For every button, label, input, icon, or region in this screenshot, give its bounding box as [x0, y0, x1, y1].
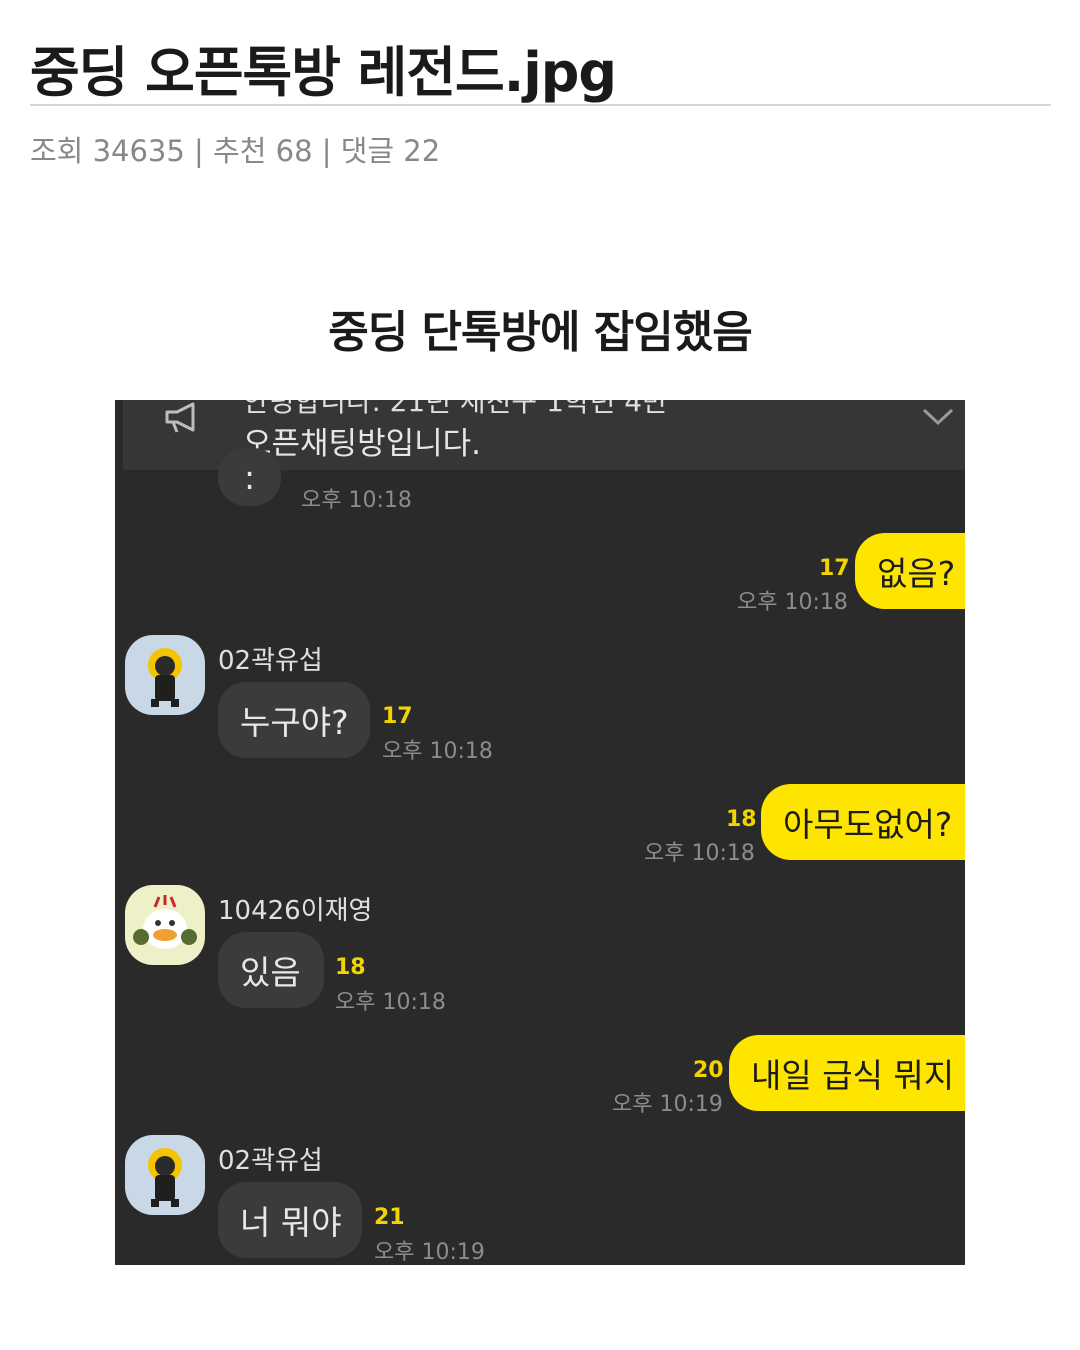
message-time: 오후 10:18 — [644, 841, 755, 866]
unread-count: 21 — [374, 1205, 405, 1230]
message-time: 오후 10:19 — [612, 1092, 723, 1117]
unread-count: 18 — [726, 807, 757, 832]
message-time: 오후 10:18 — [301, 488, 412, 513]
sender-name: 02곽유섭 — [218, 646, 323, 676]
avatar[interactable] — [125, 1135, 205, 1215]
avatar[interactable] — [125, 635, 205, 715]
message-time: 오후 10:18 — [335, 990, 446, 1015]
message-bubble[interactable]: 너 뭐야 — [218, 1182, 362, 1258]
message-text: 너 뭐야 — [240, 1203, 342, 1242]
avatar[interactable] — [125, 885, 205, 965]
post-caption: 중딩 단톡방에 잡임했음 — [328, 307, 752, 358]
ryan-character-icon — [148, 1148, 182, 1207]
message-text: 내일 급식 뭐지 — [751, 1056, 955, 1095]
unread-count: 20 — [693, 1058, 724, 1083]
unread-count: 17 — [382, 704, 413, 729]
ryan-character-icon — [148, 648, 182, 707]
sender-name: 02곽유섭 — [218, 1146, 323, 1176]
unread-count: 17 — [819, 556, 850, 581]
my-message-bubble[interactable]: 없음? — [855, 533, 965, 609]
unread-count: 18 — [335, 955, 366, 980]
message-time: 오후 10:18 — [382, 739, 493, 764]
chat-screenshot: 안녕합니다. 21년 새친구 1학년 4반 오픈채팅방입니다. : 오후 10:… — [115, 400, 965, 1265]
message-bubble[interactable]: 누구야? — [218, 682, 370, 758]
post-stats: 조회 34635 | 추천 68 | 댓글 22 — [30, 134, 441, 168]
message-time: 오후 10:18 — [737, 590, 848, 615]
chevron-down-icon[interactable] — [921, 406, 955, 428]
megaphone-icon — [165, 402, 195, 433]
title-divider — [30, 104, 1051, 106]
message-text: 누구야? — [240, 703, 349, 742]
sender-name: 10426이재영 — [218, 896, 373, 926]
message-text: 없음? — [877, 554, 956, 593]
message-text: 있음 — [240, 953, 301, 992]
message-time: 오후 10:19 — [374, 1240, 485, 1265]
message-bubble[interactable]: : — [218, 448, 282, 506]
post-title: 중딩 오픈톡방 레전드.jpg — [30, 41, 617, 104]
notice-text-cut: 안녕합니다. 21년 새친구 1학년 4반 — [243, 400, 668, 418]
my-message-bubble[interactable]: 아무도없어? — [761, 784, 965, 860]
message-bubble[interactable]: 있음 — [218, 932, 324, 1008]
my-message-bubble[interactable]: 내일 급식 뭐지 — [729, 1035, 965, 1111]
message-text: : — [244, 457, 256, 497]
notice-text: 오픈채팅방입니다. — [243, 426, 482, 462]
message-text: 아무도없어? — [783, 805, 953, 844]
duck-character-icon — [133, 895, 197, 949]
